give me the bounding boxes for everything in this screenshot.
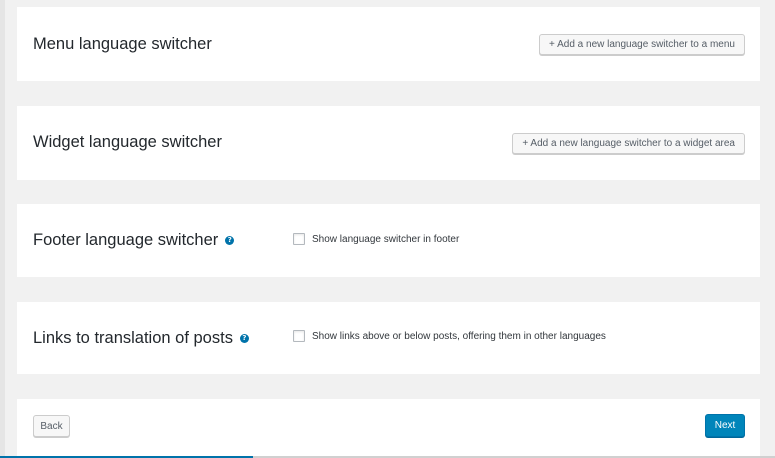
post-links-checkbox-label: Show links above or below posts, offerin… bbox=[312, 330, 606, 342]
back-button[interactable]: Back bbox=[33, 415, 70, 437]
footer-switcher-title-row: Footer language switcher ? bbox=[33, 231, 235, 250]
add-widget-switcher-button[interactable]: + Add a new language switcher to a widge… bbox=[512, 133, 745, 154]
post-links-card: Links to translation of posts ? Show lin… bbox=[17, 302, 760, 374]
footer-switcher-title: Footer language switcher bbox=[33, 231, 219, 249]
question-circle-icon[interactable]: ? bbox=[239, 334, 249, 343]
footer-switcher-card: Footer language switcher ? Show language… bbox=[17, 204, 760, 277]
footer-switcher-checkbox[interactable] bbox=[293, 233, 305, 245]
footer-switcher-option[interactable]: Show language switcher in footer bbox=[293, 233, 459, 245]
footer-switcher-checkbox-label: Show language switcher in footer bbox=[312, 233, 460, 245]
menu-switcher-title: Menu language switcher bbox=[33, 35, 212, 53]
left-edge bbox=[0, 0, 5, 458]
menu-switcher-card: Menu language switcher + Add a new langu… bbox=[17, 7, 760, 81]
widget-switcher-card: Widget language switcher + Add a new lan… bbox=[17, 106, 760, 180]
next-button[interactable]: Next bbox=[705, 414, 745, 437]
add-menu-switcher-button[interactable]: + Add a new language switcher to a menu bbox=[539, 34, 745, 55]
post-links-title: Links to translation of posts bbox=[33, 329, 233, 347]
navigation-card: Back Next bbox=[17, 399, 760, 456]
question-circle-icon[interactable]: ? bbox=[225, 236, 235, 245]
post-links-checkbox[interactable] bbox=[293, 330, 305, 342]
post-links-title-row: Links to translation of posts ? bbox=[33, 329, 249, 348]
post-links-option[interactable]: Show links above or below posts, offerin… bbox=[293, 330, 606, 342]
widget-switcher-title: Widget language switcher bbox=[33, 133, 222, 151]
